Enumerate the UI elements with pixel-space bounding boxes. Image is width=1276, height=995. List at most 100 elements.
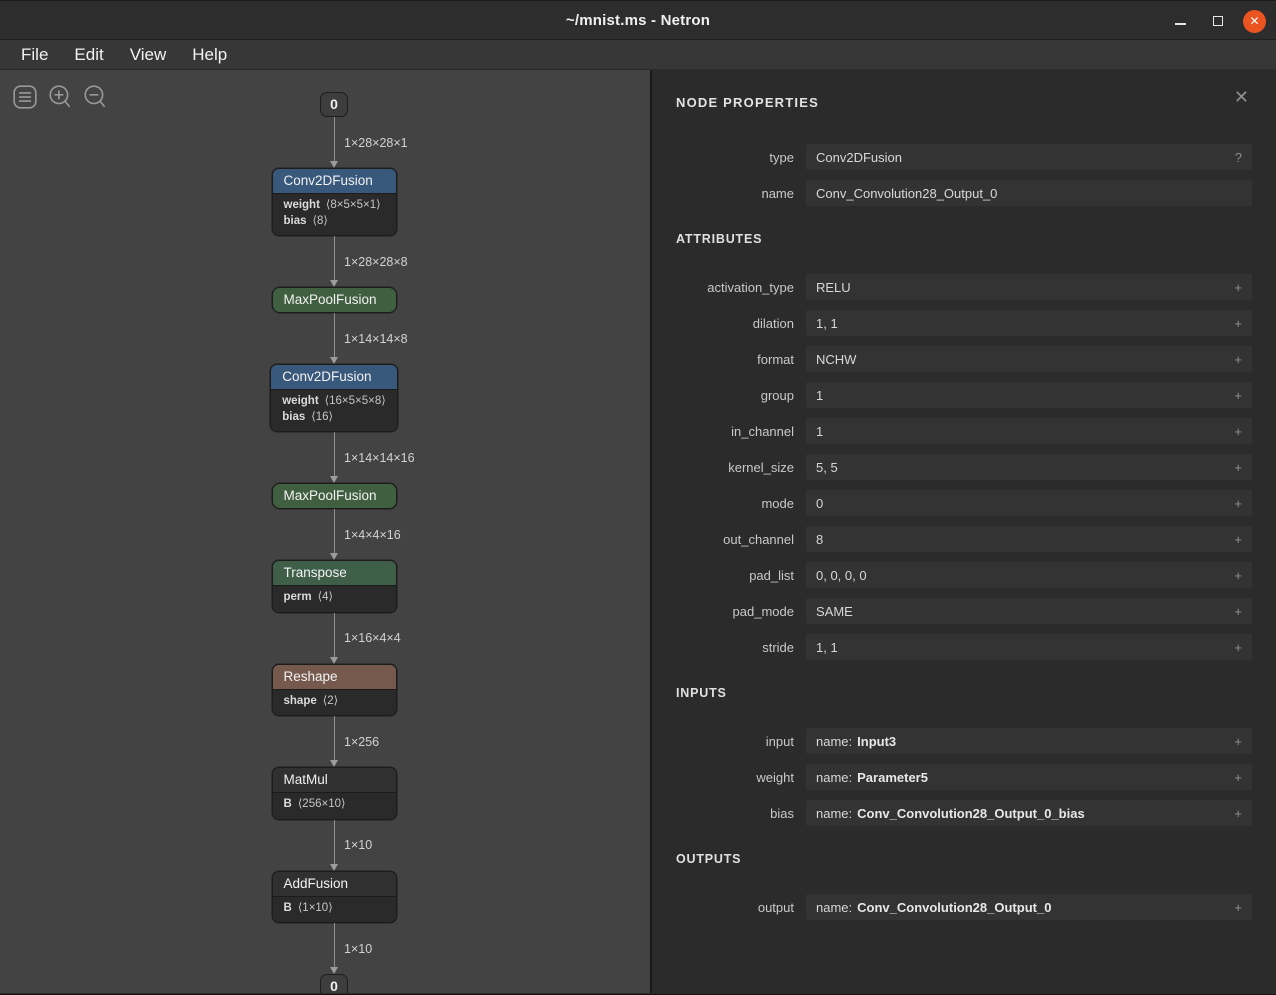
attribute-label: pad_mode: [676, 604, 794, 619]
attribute-field[interactable]: 1, 1 +: [806, 634, 1252, 660]
section-heading-attributes: ATTRIBUTES: [676, 232, 1252, 246]
input-field[interactable]: name: Input3 +: [806, 728, 1252, 754]
zoom-in-button[interactable]: [47, 84, 73, 110]
panel-close-icon[interactable]: ✕: [1234, 88, 1249, 106]
window-title: ~/mnist.ms - Netron: [566, 12, 710, 29]
properties-group: type Conv2DFusion ? name Conv_Convolutio…: [676, 144, 1252, 206]
tensor-name: Parameter5: [857, 770, 928, 785]
param-value: ⟨8⟩: [313, 215, 328, 227]
maximize-button[interactable]: [1206, 10, 1229, 33]
expand-icon[interactable]: +: [1226, 640, 1242, 655]
menu-help[interactable]: Help: [179, 45, 240, 65]
expand-icon[interactable]: +: [1226, 388, 1242, 403]
attribute-label: dilation: [676, 316, 794, 331]
expand-icon[interactable]: +: [1226, 424, 1242, 439]
edge-shape-label[interactable]: 1×28×28×8: [344, 255, 408, 269]
node-title: MaxPoolFusion: [273, 288, 396, 312]
node-title: Reshape: [273, 665, 396, 689]
attribute-field[interactable]: 5, 5 +: [806, 454, 1252, 480]
node-params: weight⟨16×5×5×8⟩ bias⟨16⟩: [271, 389, 397, 431]
sidebar-menu-button[interactable]: [12, 84, 38, 110]
input-row: bias name: Conv_Convolution28_Output_0_b…: [676, 800, 1252, 826]
node-title: Conv2DFusion: [273, 169, 396, 193]
attribute-row: pad_list 0, 0, 0, 0 +: [676, 562, 1252, 588]
field-value: Conv_Convolution28_Output_0: [816, 186, 997, 201]
edge-line: [334, 716, 335, 761]
output-row: output name: Conv_Convolution28_Output_0…: [676, 894, 1252, 920]
edge-shape-label[interactable]: 1×14×14×8: [344, 332, 408, 346]
graph-node-matmul[interactable]: MatMul B⟨256×10⟩: [272, 767, 397, 820]
menu-edit[interactable]: Edit: [61, 45, 116, 65]
graph-node-addfusion[interactable]: AddFusion B⟨1×10⟩: [272, 871, 397, 924]
graph-node-conv2dfusion-1[interactable]: Conv2DFusion weight⟨8×5×5×1⟩ bias⟨8⟩: [272, 168, 397, 236]
input-row: weight name: Parameter5 +: [676, 764, 1252, 790]
attribute-row: out_channel 8 +: [676, 526, 1252, 552]
attribute-field[interactable]: 0 +: [806, 490, 1252, 516]
output-label: output: [676, 900, 794, 915]
edge-shape-label[interactable]: 1×16×4×4: [344, 631, 401, 645]
graph-node-conv2dfusion-2[interactable]: Conv2DFusion weight⟨16×5×5×8⟩ bias⟨16⟩: [270, 364, 398, 432]
graph-node-transpose[interactable]: Transpose perm⟨4⟩: [272, 560, 397, 613]
attribute-row: format NCHW +: [676, 346, 1252, 372]
close-button[interactable]: ✕: [1243, 10, 1266, 33]
expand-icon[interactable]: +: [1226, 770, 1242, 785]
attribute-label: kernel_size: [676, 460, 794, 475]
expand-icon[interactable]: +: [1226, 900, 1242, 915]
attribute-field[interactable]: SAME +: [806, 598, 1252, 624]
expand-icon[interactable]: +: [1226, 316, 1242, 331]
graph-node-maxpoolfusion-2[interactable]: MaxPoolFusion: [272, 483, 397, 509]
edge-line: [334, 117, 335, 162]
edge-arrow-icon: [330, 760, 338, 767]
field-prefix: name:: [816, 734, 852, 749]
model-graph: 0 1×28×28×1 Conv2DFusion weight⟨8×5×5×1⟩…: [0, 92, 652, 993]
close-icon: ✕: [1249, 14, 1259, 28]
input-field[interactable]: name: Parameter5 +: [806, 764, 1252, 790]
attribute-field[interactable]: 0, 0, 0, 0 +: [806, 562, 1252, 588]
menu-view[interactable]: View: [117, 45, 180, 65]
attribute-field[interactable]: 1, 1 +: [806, 310, 1252, 336]
minimize-icon: [1175, 23, 1186, 25]
menu-file[interactable]: File: [8, 45, 61, 65]
expand-icon[interactable]: +: [1226, 460, 1242, 475]
param-value: ⟨256×10⟩: [298, 798, 346, 810]
attribute-row: group 1 +: [676, 382, 1252, 408]
expand-icon[interactable]: +: [1226, 806, 1242, 821]
edge-shape-label[interactable]: 1×10: [344, 838, 372, 852]
expand-icon[interactable]: +: [1226, 352, 1242, 367]
attribute-field[interactable]: 8 +: [806, 526, 1252, 552]
graph-input-node[interactable]: 0: [320, 92, 348, 117]
type-field[interactable]: Conv2DFusion ?: [806, 144, 1252, 170]
edge-shape-label[interactable]: 1×14×14×16: [344, 451, 415, 465]
maximize-icon: [1213, 16, 1223, 26]
attribute-field[interactable]: 1 +: [806, 418, 1252, 444]
type-help-icon[interactable]: ?: [1227, 150, 1242, 165]
graph-node-reshape[interactable]: Reshape shape⟨2⟩: [272, 664, 397, 717]
name-field[interactable]: Conv_Convolution28_Output_0: [806, 180, 1252, 206]
attribute-field[interactable]: 1 +: [806, 382, 1252, 408]
edge-line: [334, 432, 335, 477]
edge-shape-label[interactable]: 1×4×4×16: [344, 528, 401, 542]
node-title: MaxPoolFusion: [273, 484, 396, 508]
graph-canvas[interactable]: 0 1×28×28×1 Conv2DFusion weight⟨8×5×5×1⟩…: [0, 70, 652, 993]
graph-node-maxpoolfusion-1[interactable]: MaxPoolFusion: [272, 287, 397, 313]
field-value: 5, 5: [816, 460, 838, 475]
zoom-out-button[interactable]: [82, 84, 108, 110]
attribute-field[interactable]: NCHW +: [806, 346, 1252, 372]
edge-shape-label[interactable]: 1×256: [344, 735, 379, 749]
attribute-field[interactable]: RELU +: [806, 274, 1252, 300]
edge-arrow-icon: [330, 864, 338, 871]
graph-output-node[interactable]: 0: [320, 974, 348, 993]
input-field[interactable]: name: Conv_Convolution28_Output_0_bias +: [806, 800, 1252, 826]
edge-shape-label[interactable]: 1×28×28×1: [344, 136, 408, 150]
expand-icon[interactable]: +: [1226, 532, 1242, 547]
expand-icon[interactable]: +: [1226, 496, 1242, 511]
expand-icon[interactable]: +: [1226, 568, 1242, 583]
edge-shape-label[interactable]: 1×10: [344, 942, 372, 956]
expand-icon[interactable]: +: [1226, 734, 1242, 749]
expand-icon[interactable]: +: [1226, 604, 1242, 619]
minimize-button[interactable]: [1169, 10, 1192, 33]
field-prefix: name:: [816, 770, 852, 785]
param-key: B: [284, 798, 292, 810]
output-field[interactable]: name: Conv_Convolution28_Output_0 +: [806, 894, 1252, 920]
expand-icon[interactable]: +: [1226, 280, 1242, 295]
